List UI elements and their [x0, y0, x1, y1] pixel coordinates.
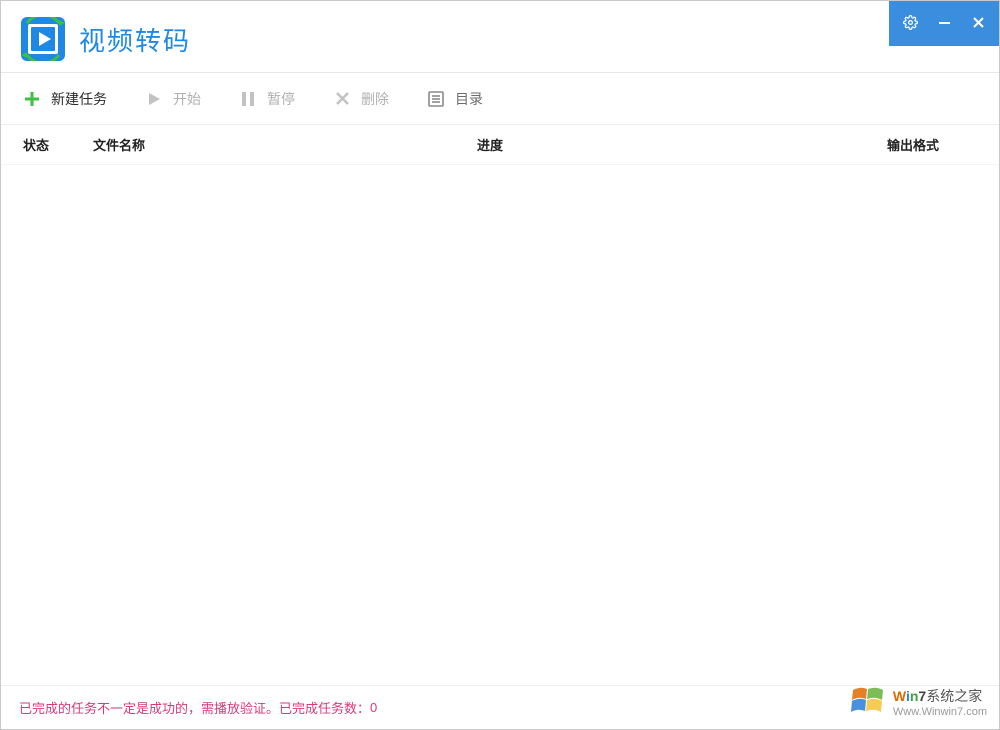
plus-icon — [23, 90, 41, 108]
close-icon — [972, 16, 985, 32]
statusbar: 已完成的任务不一定是成功的，需播放验证。已完成任务数： 0 — [1, 685, 999, 729]
col-filename: 文件名称 — [83, 135, 477, 154]
app-title: 视频转码 — [79, 21, 191, 58]
completed-count: 0 — [370, 700, 377, 715]
table-header: 状态 文件名称 进度 输出格式 — [1, 125, 999, 165]
delete-icon — [333, 90, 351, 108]
directory-label: 目录 — [455, 89, 483, 109]
start-label: 开始 — [173, 89, 201, 109]
gear-icon — [903, 15, 918, 33]
list-icon — [427, 90, 445, 108]
minimize-icon — [938, 16, 951, 32]
window-controls — [889, 1, 999, 46]
directory-button[interactable]: 目录 — [427, 89, 483, 109]
delete-label: 删除 — [361, 89, 389, 109]
pause-label: 暂停 — [267, 89, 295, 109]
pause-icon — [239, 90, 257, 108]
task-list — [1, 165, 999, 685]
delete-button[interactable]: 删除 — [333, 89, 389, 109]
col-progress: 进度 — [477, 135, 887, 154]
app-logo-icon — [21, 17, 65, 61]
logo-title: 视频转码 — [1, 1, 211, 77]
settings-button[interactable] — [893, 1, 927, 46]
toolbar: 新建任务 开始 暂停 删除 — [1, 73, 999, 125]
new-task-button[interactable]: 新建任务 — [23, 89, 107, 109]
play-icon — [145, 90, 163, 108]
col-output-format: 输出格式 — [887, 135, 977, 154]
col-status: 状态 — [23, 135, 83, 154]
status-message: 已完成的任务不一定是成功的，需播放验证。已完成任务数： — [19, 698, 370, 717]
start-button[interactable]: 开始 — [145, 89, 201, 109]
titlebar: 视频转码 — [1, 1, 999, 73]
app-window: 视频转码 — [0, 0, 1000, 730]
minimize-button[interactable] — [927, 1, 961, 46]
new-task-label: 新建任务 — [51, 89, 107, 109]
pause-button[interactable]: 暂停 — [239, 89, 295, 109]
close-button[interactable] — [961, 1, 995, 46]
